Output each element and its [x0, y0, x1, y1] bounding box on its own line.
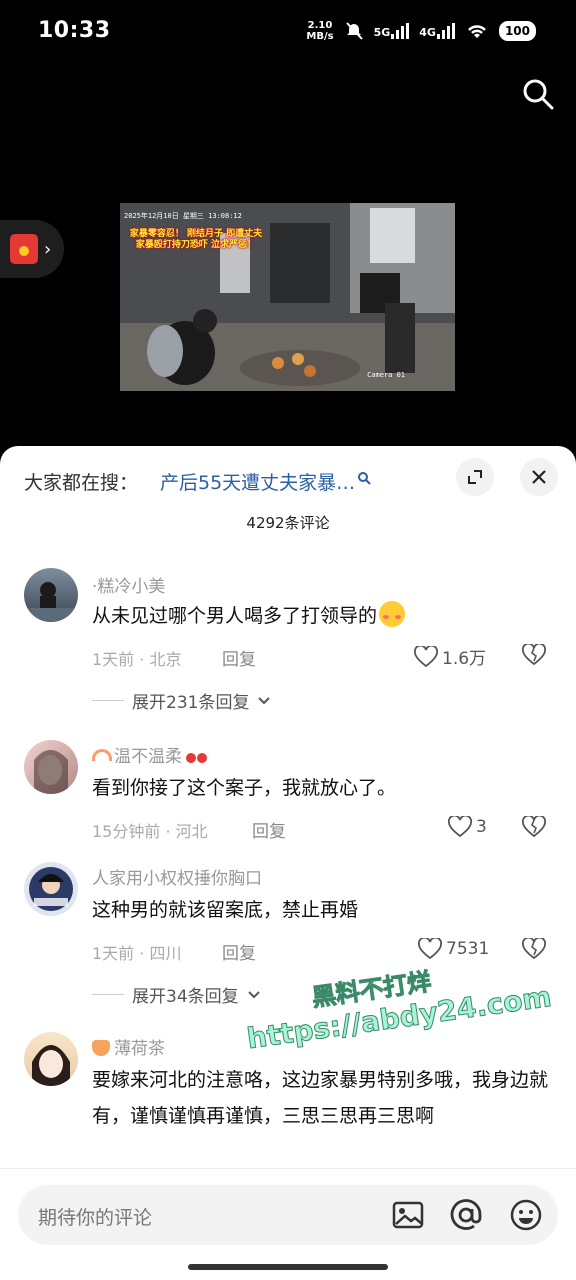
avatar[interactable]: [24, 568, 78, 622]
heart-icon: [418, 938, 442, 960]
share-icon: [468, 470, 482, 484]
reply-button[interactable]: 回复: [222, 645, 256, 670]
red-packet-tab[interactable]: ›: [0, 220, 64, 278]
reply-button[interactable]: 回复: [252, 817, 286, 842]
avatar[interactable]: [24, 1032, 78, 1086]
cherry-icon: [186, 753, 196, 763]
image-icon[interactable]: [390, 1197, 426, 1233]
like-button[interactable]: 3: [448, 816, 487, 838]
comment-text: 这种男的就该留案底，禁止再婚: [92, 899, 359, 921]
comment-placeholder: 期待你的评论: [38, 1207, 153, 1229]
broken-heart-icon[interactable]: [522, 816, 546, 838]
comment-count: 4292条评论: [246, 514, 330, 532]
battery-indicator: 100: [498, 21, 536, 41]
like-count: 1.6万: [442, 649, 487, 669]
close-button[interactable]: [520, 458, 558, 496]
reply-button[interactable]: 回复: [222, 939, 256, 964]
cherry-icon: [197, 753, 207, 763]
heart-icon: [414, 645, 438, 667]
emoji-icon[interactable]: [508, 1197, 544, 1233]
mute-icon: [345, 22, 363, 40]
wifi-icon: [468, 25, 486, 38]
chevron-right-icon: ›: [44, 238, 52, 260]
hot-search-term[interactable]: 产后55天遭丈夫家暴…: [160, 468, 371, 495]
camera-label: Camera 01: [367, 371, 405, 379]
like-count: 3: [476, 817, 487, 837]
comment-text: 要嫁来河北的注意咯，这边家暴男特别多哦，我身边就有，谨慎谨慎再谨慎，三思三思再三…: [92, 1069, 549, 1127]
comment-username[interactable]: ·糕冷小美: [92, 572, 165, 597]
blush-emoji-icon: [379, 601, 406, 627]
search-icon: [358, 472, 371, 485]
home-indicator[interactable]: [188, 1264, 388, 1270]
status-bar: 10:33 2.10 MB/s 5G 4G 100: [0, 0, 576, 64]
signal-5g: 5G: [374, 23, 410, 39]
network-speed: 2.10 MB/s: [306, 20, 334, 42]
comment-meta: 15分钟前 · 河北: [92, 822, 208, 841]
at-icon[interactable]: [448, 1197, 484, 1233]
share-button[interactable]: [456, 458, 494, 496]
video-timestamp: 2025年12月10日 星期三 13:08:12: [124, 212, 242, 220]
broken-heart-icon[interactable]: [522, 644, 546, 666]
comment-input[interactable]: 期待你的评论: [18, 1185, 558, 1245]
comment-username[interactable]: 薄荷茶: [92, 1034, 165, 1059]
red-packet-icon: [10, 234, 38, 264]
status-time: 10:33: [38, 18, 111, 43]
expand-replies[interactable]: 展开231条回复: [92, 688, 271, 713]
comment-username[interactable]: 温不温柔: [92, 742, 207, 767]
comment-text: 从未见过哪个男人喝多了打领导的: [92, 598, 552, 634]
comment-sheet: 大家都在搜： 产后55天遭丈夫家暴… 4292条评论 ·糕冷小美 从未见过哪个男…: [0, 446, 576, 1280]
comment-meta: 1天前 · 北京: [92, 650, 182, 669]
expand-replies[interactable]: 展开34条回复: [92, 982, 261, 1007]
fox-icon: [92, 1040, 110, 1056]
comment-meta: 1天前 · 四川: [92, 944, 182, 963]
avatar[interactable]: [24, 740, 78, 794]
hot-search-label: 大家都在搜：: [24, 472, 139, 494]
status-icons: 2.10 MB/s 5G 4G 100: [306, 20, 536, 42]
like-button[interactable]: 1.6万: [414, 644, 486, 669]
heart-icon: [448, 816, 472, 838]
close-icon: [532, 470, 546, 484]
comment-username[interactable]: 人家用小权权捶你胸口: [92, 864, 262, 889]
comment-text: 看到你接了这个案子，我就放心了。: [92, 777, 397, 799]
rainbow-icon: [92, 749, 112, 761]
search-icon[interactable]: [520, 76, 556, 112]
signal-4g: 4G: [419, 23, 455, 39]
avatar[interactable]: [24, 862, 78, 916]
video-caption: 家暴零容忍！ 刚结月子 即遭丈夫家暴殴打持刀恐吓 泣求严惩！: [129, 229, 263, 250]
chevron-down-icon: [258, 696, 271, 704]
video-player[interactable]: 2025年12月10日 星期三 13:08:12 家暴零容忍！ 刚结月子 即遭丈…: [120, 203, 455, 391]
